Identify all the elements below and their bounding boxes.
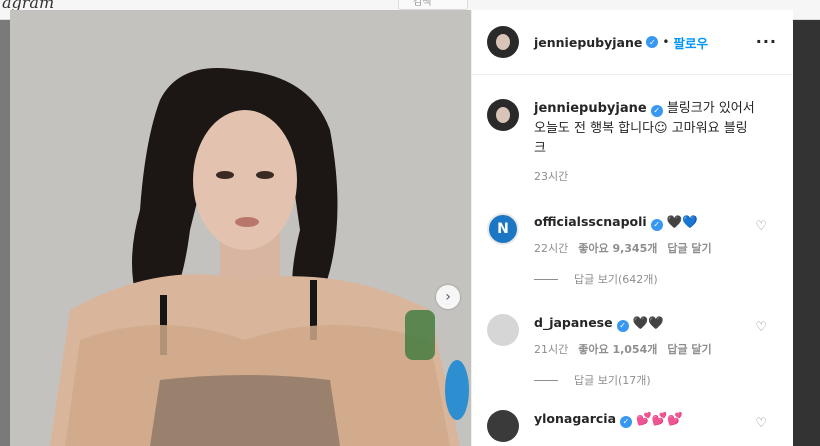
verified-badge-icon: ✓ <box>646 36 659 48</box>
caption-author-avatar[interactable] <box>487 99 519 131</box>
comment-item: N officialsscnapoli ✓ 🖤💙 22시간 좋아요 9,345개 답글… <box>472 213 793 287</box>
comment-text: 🖤💙 <box>666 214 698 229</box>
comment-item: ylonagarcia ✓ 💕💕💕 ♡ <box>472 410 793 442</box>
commenter-username[interactable]: ylonagarcia <box>534 411 616 426</box>
reply-button[interactable]: 답글 달기 <box>667 343 711 356</box>
caption-username[interactable]: jenniерubyjane <box>534 101 647 116</box>
comment-item: d_japanese ✓ 🖤🖤 21시간 좋아요 1,054개 답글 달기 답글 보기… <box>472 314 793 388</box>
separator-dot: • <box>662 35 670 49</box>
comment-time[interactable]: 22시간 <box>534 242 568 255</box>
post-caption: jenniерubyjane ✓ 블링크가 있어서 오늘도 전 행복 합니다☺ 고… <box>472 75 793 187</box>
post-photo <box>10 10 471 446</box>
commenter-avatar[interactable] <box>487 314 519 346</box>
more-options-icon[interactable]: ··· <box>756 32 777 51</box>
commenter-avatar[interactable]: N <box>487 213 519 245</box>
comment-time[interactable]: 21시간 <box>534 343 568 356</box>
like-comment-heart-icon[interactable]: ♡ <box>755 320 767 335</box>
view-replies-button[interactable]: 답글 보기(642개) <box>574 271 658 287</box>
post-side-panel: jenniерubyjane ✓ • 팔로우 ··· jenniерubyjan… <box>471 10 793 446</box>
verified-badge-icon: ✓ <box>650 219 663 231</box>
view-replies-button[interactable]: 답글 보기(17개) <box>574 372 651 388</box>
next-photo-button[interactable]: › <box>436 285 460 309</box>
comment-text: 💕💕💕 <box>636 411 683 426</box>
modal-backdrop-right[interactable] <box>793 20 820 446</box>
post-header: jenniерubyjane ✓ • 팔로우 ··· <box>472 10 793 75</box>
comment-text: 🖤🖤 <box>632 315 664 330</box>
like-comment-heart-icon[interactable]: ♡ <box>755 219 767 234</box>
post-photo-image <box>10 10 471 446</box>
verified-badge-icon: ✓ <box>616 320 629 332</box>
comment-likes[interactable]: 좋아요 9,345개 <box>578 242 657 255</box>
verified-badge-icon: ✓ <box>620 416 633 428</box>
caption-time[interactable]: 23시간 <box>534 167 759 187</box>
like-comment-heart-icon[interactable]: ♡ <box>755 416 767 431</box>
follow-button[interactable]: 팔로우 <box>673 33 708 52</box>
search-input[interactable]: 검색 <box>398 0 468 10</box>
commenter-username[interactable]: officialsscnapoli <box>534 214 647 229</box>
verified-badge-icon: ✓ <box>650 105 663 117</box>
commenter-avatar[interactable] <box>487 410 519 442</box>
modal-backdrop-left[interactable] <box>0 20 10 446</box>
author-username[interactable]: jenniерubyjane <box>534 35 642 50</box>
author-avatar[interactable] <box>487 26 519 58</box>
reply-button[interactable]: 답글 달기 <box>667 242 711 255</box>
commenter-username[interactable]: d_japanese <box>534 315 613 330</box>
comment-likes[interactable]: 좋아요 1,054개 <box>578 343 657 356</box>
